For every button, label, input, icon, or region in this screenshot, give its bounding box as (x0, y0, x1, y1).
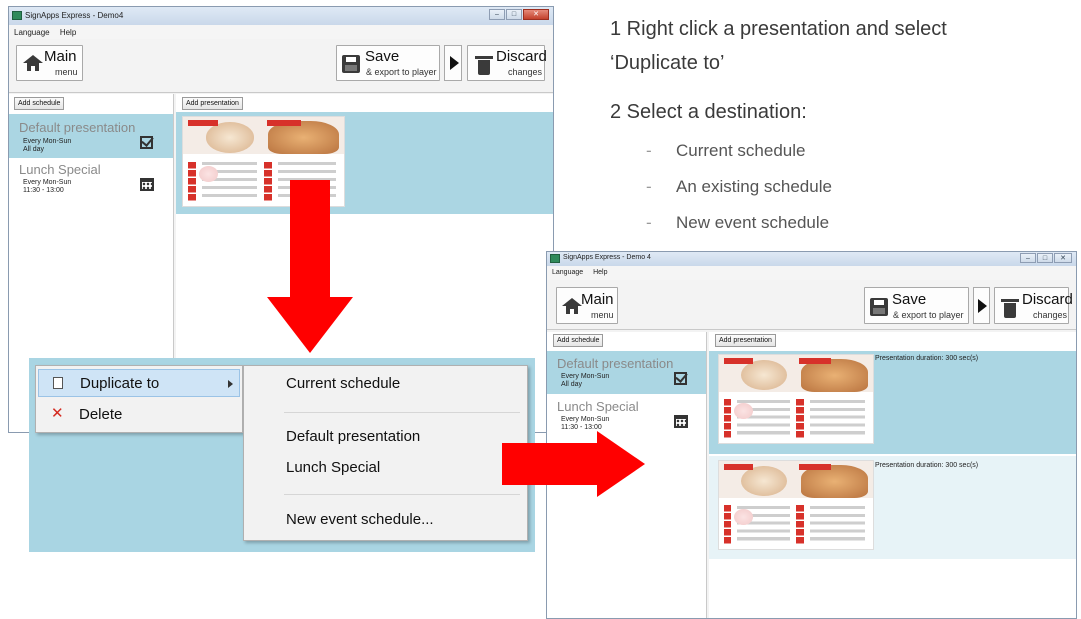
menu-help[interactable]: Help (60, 28, 76, 37)
add-presentation-button[interactable]: Add presentation (182, 97, 243, 110)
toolbar: Main menu Save & export to player Discar… (547, 280, 1076, 330)
step-1-line-2: ‘Duplicate to’ (610, 52, 725, 74)
arrow-down-icon (267, 180, 353, 354)
submenu-arrow-icon (228, 380, 233, 388)
presentation-row[interactable] (176, 112, 553, 214)
trash-icon (475, 56, 493, 75)
trash-icon (1001, 299, 1019, 318)
minimize-button[interactable]: – (489, 9, 505, 20)
submenu-item-new-event-schedule[interactable]: New event schedule... (286, 511, 434, 528)
step-1-line-1: 1 Right click a presentation and select (610, 18, 947, 40)
toolbar: Main menu Save & export to player Discar… (9, 39, 553, 93)
home-icon (562, 298, 582, 314)
calendar-icon (674, 415, 688, 428)
presentation-row[interactable]: Presentation duration: 300 sec(s) (709, 351, 1076, 454)
submenu-item-current-schedule[interactable]: Current schedule (286, 375, 400, 392)
arrow-right-icon (502, 431, 645, 497)
submenu-item-lunch-special[interactable]: Lunch Special (286, 459, 380, 476)
menu-separator (284, 494, 520, 495)
app-icon (12, 11, 22, 20)
schedule-item-default[interactable]: Default presentation Every Mon-Sun All d… (547, 351, 706, 394)
window-title: SignApps Express - Demo 4 (563, 254, 651, 261)
option-current-schedule: - Current schedule (646, 141, 806, 160)
presentation-thumbnail[interactable] (718, 460, 874, 550)
window-controls: – □ ✕ (1020, 253, 1072, 263)
export-play-button[interactable] (444, 45, 462, 81)
presentation-pane: Add presentation Presentation duration: … (709, 332, 1076, 618)
duplicate-icon (50, 377, 63, 394)
calendar-icon (140, 178, 154, 191)
add-schedule-button[interactable]: Add schedule (14, 97, 65, 110)
delete-icon: ✕ (51, 405, 64, 422)
main-menu-button[interactable]: Main menu (556, 287, 618, 324)
checkbox-icon (140, 136, 153, 149)
export-play-button[interactable] (973, 287, 990, 324)
window-controls: – □ ✕ (489, 9, 549, 20)
presentation-thumbnail[interactable] (718, 354, 874, 444)
save-icon (342, 55, 360, 73)
menu-language[interactable]: Language (14, 28, 50, 37)
app-icon (550, 254, 560, 263)
step-2: 2 Select a destination: (610, 101, 807, 123)
maximize-button[interactable]: □ (1037, 253, 1053, 263)
option-existing-schedule: - An existing schedule (646, 177, 832, 196)
checkbox-icon (674, 372, 687, 385)
schedule-item-default[interactable]: Default presentation Every Mon-Sun All d… (9, 114, 173, 158)
menu-item-duplicate-to[interactable]: Duplicate to (38, 369, 240, 397)
play-icon (450, 56, 459, 70)
menu-help[interactable]: Help (593, 269, 607, 276)
discard-button[interactable]: Discard changes (994, 287, 1073, 324)
context-menu: Duplicate to ✕ Delete (35, 365, 243, 433)
save-button[interactable]: Save & export to player (336, 45, 440, 81)
maximize-button[interactable]: □ (506, 9, 522, 20)
save-button[interactable]: Save & export to player (864, 287, 969, 324)
menu-bar: Language Help (9, 25, 553, 39)
menu-item-delete[interactable]: ✕ Delete (38, 401, 240, 429)
home-icon (23, 55, 43, 71)
presentation-duration: Presentation duration: 300 sec(s) (875, 462, 979, 469)
submenu-item-default-presentation[interactable]: Default presentation (286, 428, 420, 445)
minimize-button[interactable]: – (1020, 253, 1036, 263)
title-bar: SignApps Express - Demo4 – □ ✕ (9, 7, 553, 25)
schedule-item-lunch-special[interactable]: Lunch Special Every Mon-Sun 11:30 - 13:0… (9, 158, 173, 202)
menu-separator (284, 412, 520, 413)
play-icon (978, 299, 987, 313)
window-title: SignApps Express - Demo4 (25, 11, 124, 20)
menu-bar: Language Help (547, 266, 1076, 280)
add-schedule-button[interactable]: Add schedule (553, 334, 604, 347)
option-new-event-schedule: - New event schedule (646, 213, 830, 232)
main-menu-button[interactable]: Main menu (16, 45, 83, 81)
close-button[interactable]: ✕ (523, 9, 549, 20)
presentation-row[interactable]: Presentation duration: 300 sec(s) (709, 456, 1076, 559)
title-bar: SignApps Express - Demo 4 – □ ✕ (547, 252, 1076, 266)
submenu: Current schedule Default presentation Lu… (243, 365, 528, 541)
add-presentation-button[interactable]: Add presentation (715, 334, 776, 347)
save-icon (870, 298, 888, 316)
presentation-duration: Presentation duration: 300 sec(s) (875, 355, 979, 362)
menu-language[interactable]: Language (552, 269, 583, 276)
close-button[interactable]: ✕ (1054, 253, 1072, 263)
discard-button[interactable]: Discard changes (467, 45, 547, 81)
